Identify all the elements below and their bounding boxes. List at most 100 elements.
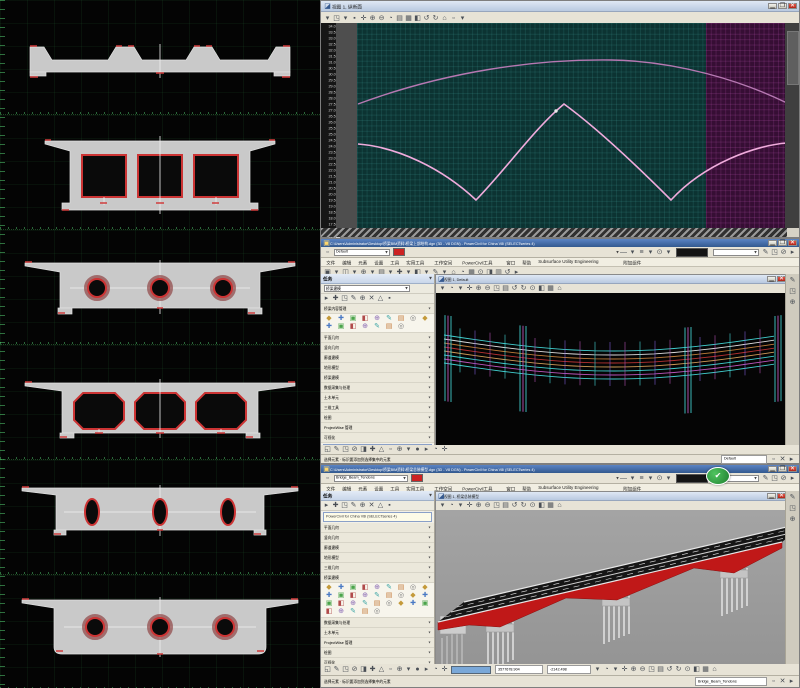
- toolbar-icon[interactable]: ⊖: [483, 284, 492, 293]
- tool-icon[interactable]: ✎: [383, 584, 395, 592]
- menu-item[interactable]: 设置: [372, 259, 386, 266]
- close-button[interactable]: ✕: [788, 3, 797, 9]
- toolbar-icon[interactable]: △: [376, 501, 385, 510]
- menu-item[interactable]: 编辑: [340, 259, 354, 266]
- material-combo[interactable]: ▾: [713, 249, 759, 256]
- task-group[interactable]: 三维工具▾: [321, 403, 434, 413]
- task-group[interactable]: ProjectWise 管理▾: [321, 423, 434, 433]
- toolbar-icon[interactable]: ⊕: [358, 294, 367, 303]
- toolbar-icon[interactable]: ⊕: [788, 515, 797, 524]
- tool-icon[interactable]: ▤: [383, 592, 395, 600]
- tool-icon[interactable]: ◆: [323, 315, 335, 323]
- toolbar-icon[interactable]: ⊕: [474, 284, 483, 293]
- task-group[interactable]: 土木单元▾: [321, 393, 434, 403]
- toolbar-icon[interactable]: ◳: [770, 248, 779, 257]
- pin-icon[interactable]: ▾: [429, 276, 431, 282]
- toolbar-icon[interactable]: ▾: [458, 14, 467, 23]
- profile-titlebar[interactable]: ◪ 视图 1, 纵断面 ▁ ❐ ✕: [321, 1, 799, 12]
- toolbar-icon[interactable]: ▾: [611, 665, 620, 674]
- toolbar-icon[interactable]: ▾: [628, 474, 637, 483]
- toolbar-icon[interactable]: ◔: [431, 665, 440, 674]
- tool-icon[interactable]: ◎: [407, 315, 419, 323]
- toolbar-icon[interactable]: ≡: [637, 248, 646, 257]
- status-level-field[interactable]: Default: [721, 455, 767, 464]
- task-group[interactable]: 平面几何▾: [321, 333, 434, 343]
- coordinate-x-field[interactable]: 3577678.904: [495, 665, 543, 674]
- toolbar-icon[interactable]: ⊙: [683, 665, 692, 674]
- toolbar-icon[interactable]: ◳: [788, 504, 797, 513]
- task-group[interactable]: 地形模型▾: [321, 363, 434, 373]
- toolbar-icon[interactable]: ✛: [440, 445, 449, 454]
- tool-icon[interactable]: ⊕: [359, 323, 371, 331]
- toolbar-icon[interactable]: ◳: [770, 474, 779, 483]
- menu-item[interactable]: Subsurface Utility Engineering: [536, 260, 601, 265]
- toolbar-icon[interactable]: ◱: [323, 445, 332, 454]
- toolbar-icon[interactable]: ▾: [593, 665, 602, 674]
- toolbar-icon[interactable]: △: [377, 665, 386, 674]
- tool-icon[interactable]: ⊕: [371, 584, 383, 592]
- task-group[interactable]: 绘图▾: [321, 413, 434, 423]
- toolbar-icon[interactable]: ▸: [787, 455, 796, 464]
- task-group[interactable]: ProjectWise 管理▾: [321, 638, 434, 648]
- toolbar-icon[interactable]: ◳: [492, 501, 501, 510]
- task-group[interactable]: 土木单元▾: [321, 628, 434, 638]
- tool-icon[interactable]: ▣: [347, 584, 359, 592]
- toolbar-icon[interactable]: ↻: [431, 14, 440, 23]
- menu-item[interactable]: Subsurface Utility Engineering: [536, 486, 601, 491]
- profile-scrollbar[interactable]: [785, 23, 799, 228]
- toolbar-icon[interactable]: ▾: [438, 501, 447, 510]
- minimize-button[interactable]: ▁: [768, 3, 777, 9]
- toolbar-icon[interactable]: ✛: [465, 284, 474, 293]
- toolbar-icon[interactable]: ▤: [501, 501, 510, 510]
- toolbar-icon[interactable]: ▸: [422, 665, 431, 674]
- toolbar-icon[interactable]: ▸: [322, 294, 331, 303]
- tool-icon[interactable]: ✚: [335, 584, 347, 592]
- profile-chart-canvas[interactable]: [357, 23, 787, 230]
- panel-tool-row[interactable]: ▸✚◳✎⊕✕△▪: [321, 501, 434, 511]
- profile-plot-area[interactable]: 34.033.533.032.532.031.531.030.530.029.5…: [321, 23, 799, 228]
- toolbar-icon[interactable]: ▤: [395, 14, 404, 23]
- toolbar-icon[interactable]: ↺: [510, 284, 519, 293]
- close-button[interactable]: ✕: [788, 466, 797, 472]
- toolbar-icon[interactable]: ▾: [323, 14, 332, 23]
- tool-icon[interactable]: ▤: [371, 600, 383, 608]
- toolbar-icon[interactable]: ▾: [404, 445, 413, 454]
- attributes-toolbar[interactable]: ▫ Default▾ ▾ —▾≡▾⊙▾ ▾ ✎◳⊘▸: [321, 247, 799, 258]
- toolbar-icon[interactable]: ⊖: [638, 665, 647, 674]
- tool-icon[interactable]: ✎: [347, 608, 359, 616]
- task-group[interactable]: 地形模型▾: [321, 553, 434, 563]
- cross-section-panel-2[interactable]: [0, 114, 320, 229]
- toolbar-icon[interactable]: —: [619, 474, 628, 483]
- toolbar-icon[interactable]: ⌂: [555, 284, 564, 293]
- tool-icon[interactable]: ▣: [335, 323, 347, 331]
- toolbar-icon[interactable]: ✎: [761, 474, 770, 483]
- toolbar-icon[interactable]: ◱: [323, 665, 332, 674]
- tool-icon[interactable]: ◆: [323, 584, 335, 592]
- tool-icon[interactable]: ◧: [359, 584, 371, 592]
- view-titlebar[interactable]: ◪ 视图 1, 桥梁总装模型 ▁✕: [436, 492, 788, 501]
- toolbar-icon[interactable]: ⊕: [358, 501, 367, 510]
- view-titlebar[interactable]: ◪ 视图 1, Default ▁✕: [436, 275, 788, 284]
- toolbar-icon[interactable]: ◧: [692, 665, 701, 674]
- toolbar-icon[interactable]: ▤: [656, 665, 665, 674]
- right-tool-strip[interactable]: ✎◳⊕: [785, 491, 799, 669]
- tool-icon[interactable]: ◆: [419, 315, 431, 323]
- toolbar-icon[interactable]: ▫: [386, 445, 395, 454]
- toolbar-icon[interactable]: ▤: [501, 284, 510, 293]
- tool-icon[interactable]: ▤: [395, 315, 407, 323]
- toolbar-icon[interactable]: ●: [413, 665, 422, 674]
- toolbar-icon[interactable]: ✕: [367, 501, 376, 510]
- toolbar-icon[interactable]: ▾: [404, 665, 413, 674]
- toolbar-icon[interactable]: ⊖: [377, 14, 386, 23]
- tool-icon[interactable]: ◆: [419, 584, 431, 592]
- tool-icon[interactable]: ✚: [323, 592, 335, 600]
- toolbar-icon[interactable]: ▾: [438, 284, 447, 293]
- toolbar-icon[interactable]: △: [376, 294, 385, 303]
- close-button[interactable]: ✕: [788, 240, 797, 246]
- toolbar-icon[interactable]: ▦: [404, 14, 413, 23]
- menu-item[interactable]: 工具: [388, 259, 402, 266]
- toolbar-icon[interactable]: ✎: [349, 294, 358, 303]
- menu-item[interactable]: 帮助: [520, 259, 534, 266]
- tool-icon[interactable]: ◎: [395, 592, 407, 600]
- tool-icon[interactable]: ◎: [407, 584, 419, 592]
